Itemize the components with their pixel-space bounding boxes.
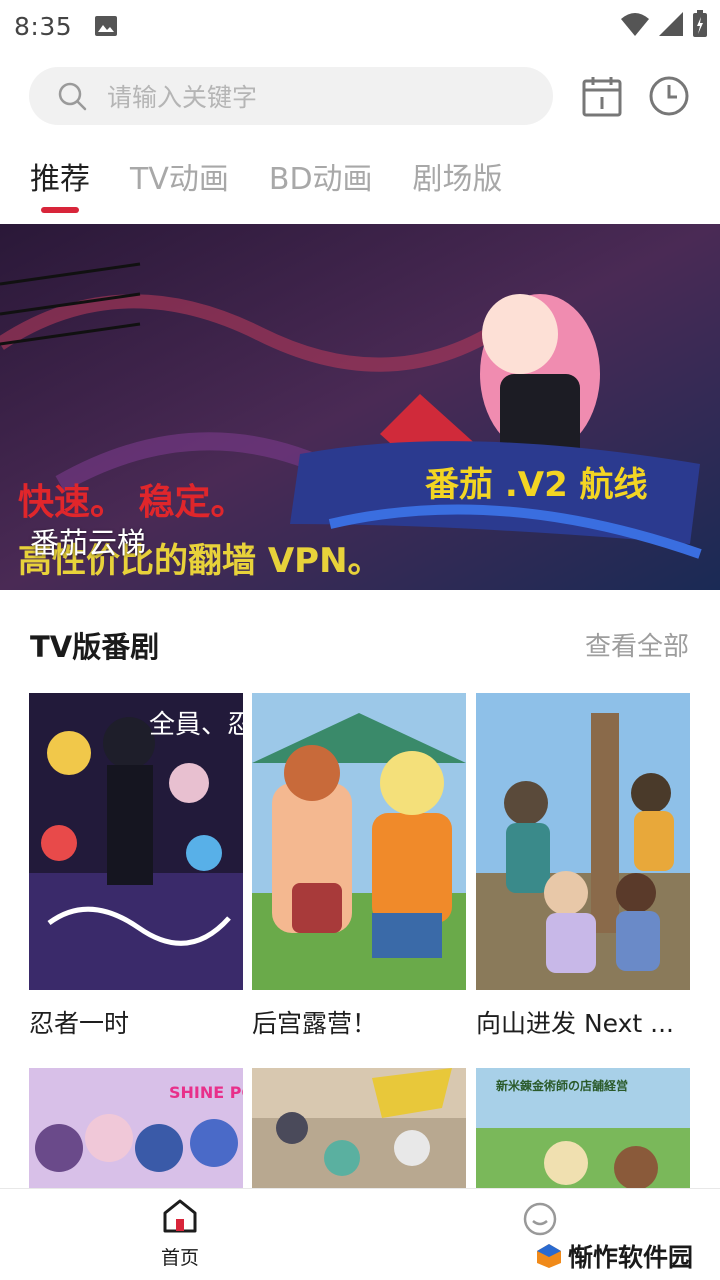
- anime-title: 向山进发 Next ...: [476, 1009, 674, 1038]
- search-icon: [58, 82, 87, 111]
- category-tabs: 推荐 TV动画 BD动画 剧场版: [30, 152, 543, 208]
- poster-text: SHINE POST: [169, 1083, 243, 1102]
- status-bar: 8:35: [0, 0, 720, 52]
- status-icons: [620, 10, 708, 38]
- anime-card[interactable]: 向山进发 Next ...: [476, 693, 690, 1040]
- profile-icon: [523, 1202, 557, 1236]
- anime-poster: 全員、忍者: [29, 693, 243, 990]
- anime-card[interactable]: 新米錬金術師の店舗経営: [476, 1068, 690, 1188]
- gallery-notification-icon: [95, 16, 118, 36]
- banner-text-mid: 快速。 稳定。: [18, 482, 247, 523]
- nav-home-label: 首页: [160, 1247, 199, 1269]
- view-all-link[interactable]: 查看全部: [585, 626, 689, 663]
- anime-card[interactable]: [252, 1068, 466, 1188]
- anime-card[interactable]: 全員、忍者 忍者一时: [29, 693, 243, 1040]
- anime-card[interactable]: 后宫露营！: [252, 693, 466, 1040]
- watermark-text: 惭怍软件园: [568, 1243, 694, 1272]
- nav-home[interactable]: 首页: [150, 1197, 210, 1270]
- calendar-icon: [582, 77, 622, 117]
- anime-poster: SHINE POST: [29, 1068, 243, 1188]
- anime-title: 忍者一时: [29, 1009, 130, 1038]
- home-icon: [163, 1199, 197, 1233]
- status-time: 8:35: [14, 11, 73, 41]
- poster-text: 全員、忍者: [149, 710, 243, 740]
- tab-indicator: [41, 207, 79, 213]
- section-title: TV版番剧: [30, 630, 160, 664]
- banner-title: 番茄云梯: [30, 526, 147, 560]
- tab-bd-anime[interactable]: BD动画: [269, 152, 373, 208]
- search-input[interactable]: 请输入关键字: [29, 67, 553, 125]
- history-button[interactable]: [648, 74, 690, 118]
- tab-movie[interactable]: 剧场版: [413, 152, 503, 208]
- watermark-logo-icon: [537, 1244, 561, 1268]
- anime-poster: [476, 693, 690, 990]
- signal-icon: [659, 12, 683, 36]
- poster-text: 新米錬金術師の店舗経営: [496, 1078, 628, 1093]
- battery-icon: [693, 10, 707, 37]
- calendar-button[interactable]: [581, 74, 623, 118]
- anime-poster: [252, 693, 466, 990]
- nav-profile[interactable]: [520, 1199, 560, 1239]
- watermark: 惭怍软件园: [536, 1238, 693, 1274]
- anime-card[interactable]: SHINE POST: [29, 1068, 243, 1188]
- anime-poster: [252, 1068, 466, 1188]
- tab-recommend[interactable]: 推荐: [30, 152, 90, 208]
- wifi-icon: [621, 13, 649, 36]
- tab-tv-anime[interactable]: TV动画: [130, 152, 229, 208]
- banner-text-top: 番茄 .V2 航线: [425, 465, 648, 505]
- search-placeholder: 请输入关键字: [107, 83, 258, 112]
- clock-icon: [649, 76, 689, 116]
- anime-title: 后宫露营！: [252, 1009, 378, 1038]
- anime-poster: 新米錬金術師の店舗経営: [476, 1068, 690, 1188]
